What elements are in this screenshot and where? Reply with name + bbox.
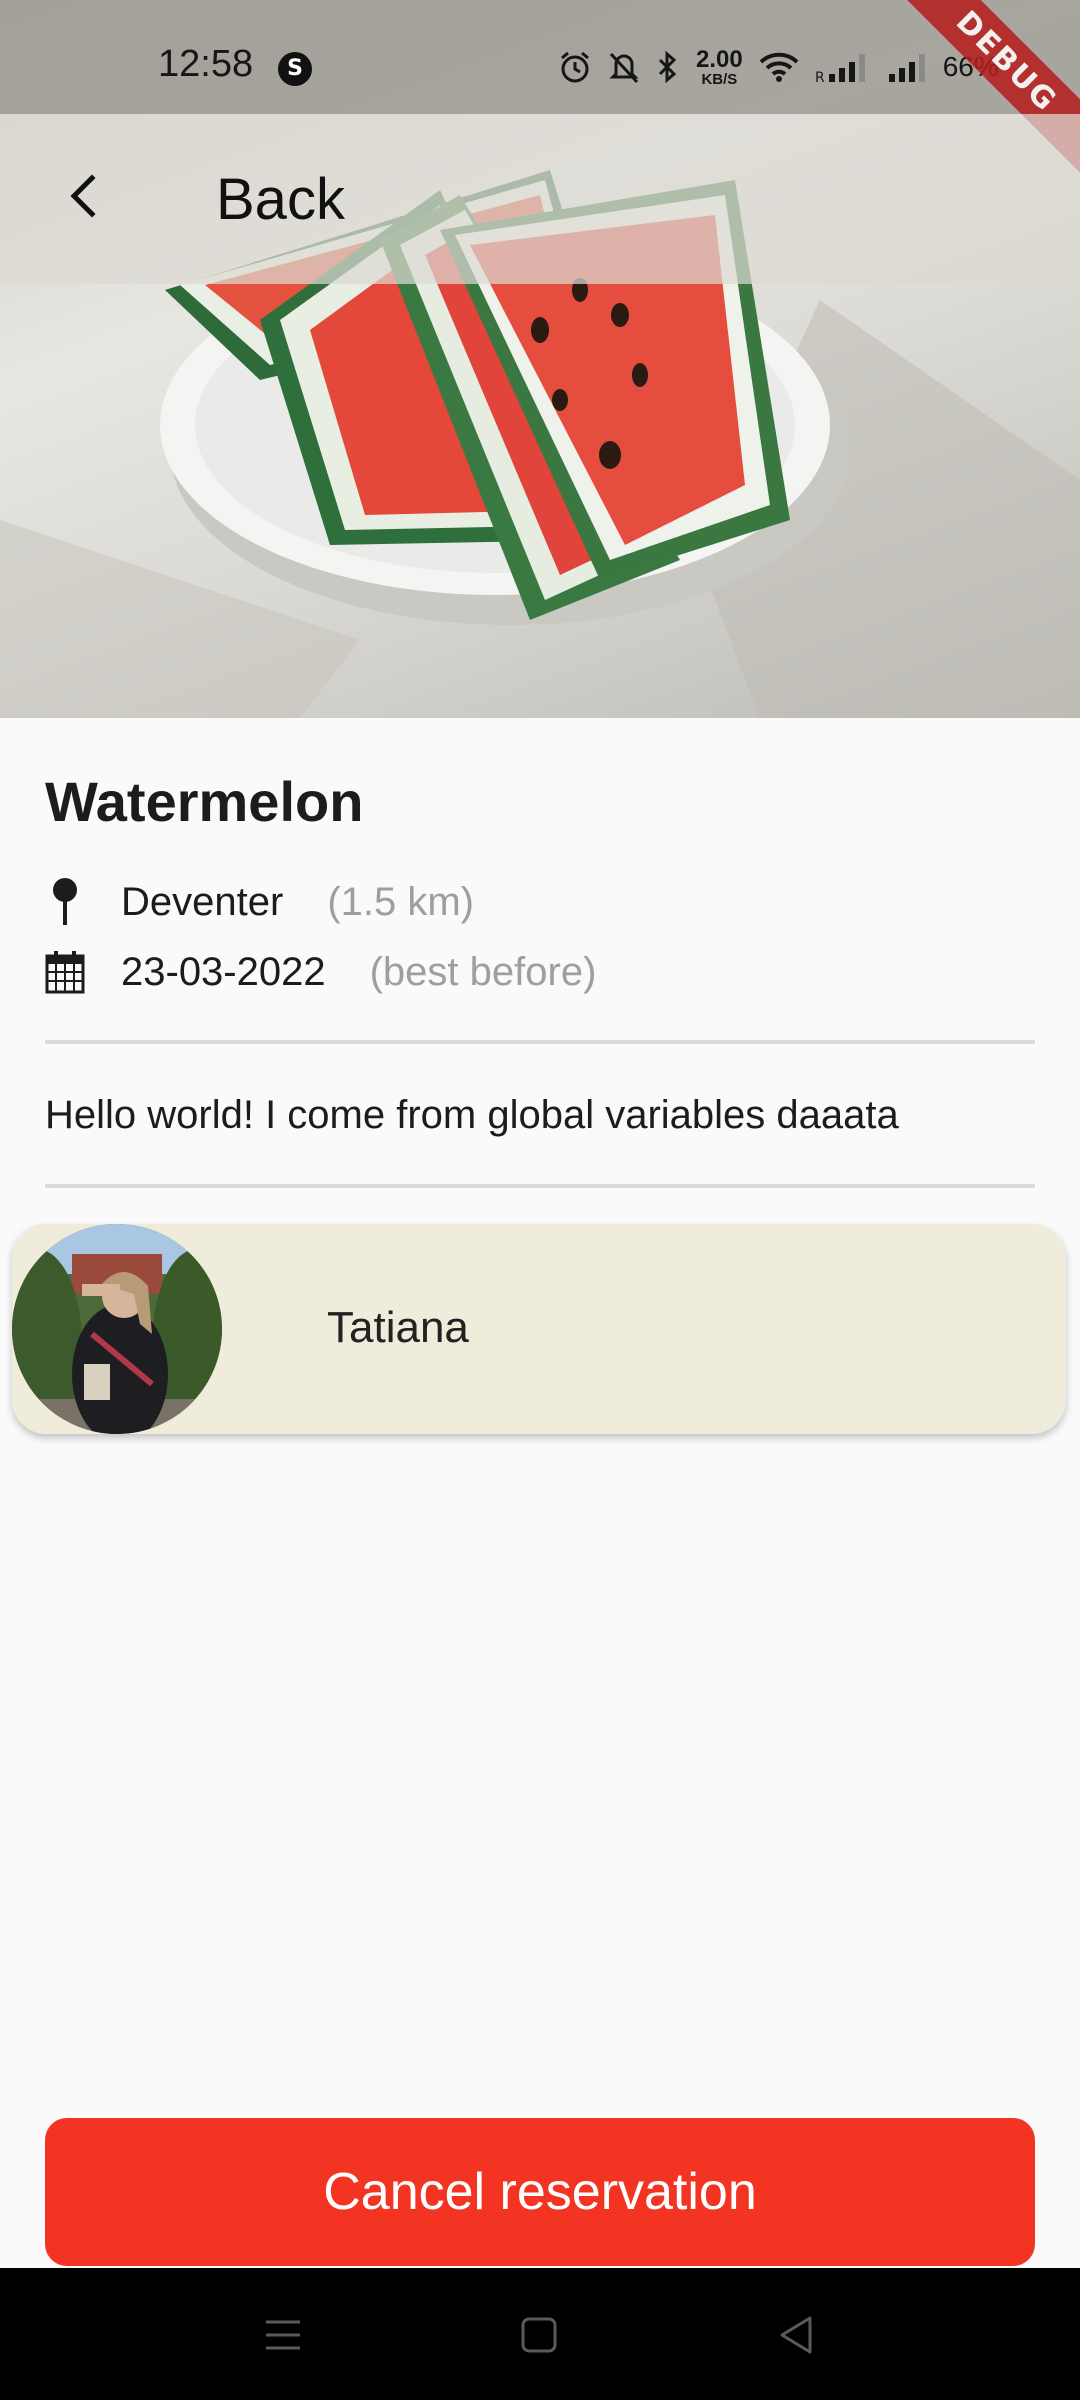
silent-icon <box>609 52 639 84</box>
home-icon[interactable] <box>514 2310 564 2360</box>
date-row: 23-03-2022 (best before) <box>45 944 596 1000</box>
navigation-bar <box>0 2268 1080 2400</box>
alarm-icon <box>561 51 589 83</box>
svg-text:R: R <box>815 70 825 84</box>
product-description: Hello world! I come from global variable… <box>45 1093 899 1137</box>
s-app-icon: S <box>278 52 312 86</box>
location-text: Deventer <box>121 879 284 924</box>
product-title: Watermelon <box>45 770 364 833</box>
avatar <box>12 1224 222 1434</box>
owner-name: Tatiana <box>327 1303 469 1352</box>
status-bar: 12:58 S 2.00 KB/S R 66% <box>0 0 1080 114</box>
wifi-icon <box>759 52 799 82</box>
menu-icon[interactable] <box>258 2310 308 2360</box>
screen: 12:58 S 2.00 KB/S R 66% DEBUG Back Water… <box>0 0 1080 2400</box>
back-triangle-icon[interactable] <box>772 2310 822 2360</box>
chevron-left-icon[interactable] <box>58 168 114 224</box>
cancel-reservation-button[interactable]: Cancel reservation <box>45 2118 1035 2266</box>
back-button[interactable]: Back <box>216 168 345 232</box>
net-speed-value: 2.00 <box>696 45 743 73</box>
owner-card[interactable]: Tatiana <box>12 1224 1066 1434</box>
status-icons: 2.00 KB/S R 66% <box>558 44 999 90</box>
net-speed-unit: KB/S <box>701 70 738 88</box>
status-time: 12:58 <box>158 43 254 85</box>
bluetooth-icon <box>658 50 677 84</box>
distance-text: (1.5 km) <box>327 879 474 924</box>
signal-roaming-icon: R <box>815 54 865 84</box>
best-before-text: (best before) <box>369 949 597 994</box>
date-text: 23-03-2022 <box>121 949 326 994</box>
location-row: Deventer (1.5 km) <box>45 874 474 930</box>
divider <box>45 1040 1035 1044</box>
divider <box>45 1184 1035 1188</box>
app-bar <box>0 114 1080 284</box>
calendar-icon <box>45 947 85 997</box>
map-pin-icon <box>45 877 85 927</box>
signal-icon <box>888 54 925 82</box>
net-speed: 2.00 KB/S <box>696 45 743 88</box>
